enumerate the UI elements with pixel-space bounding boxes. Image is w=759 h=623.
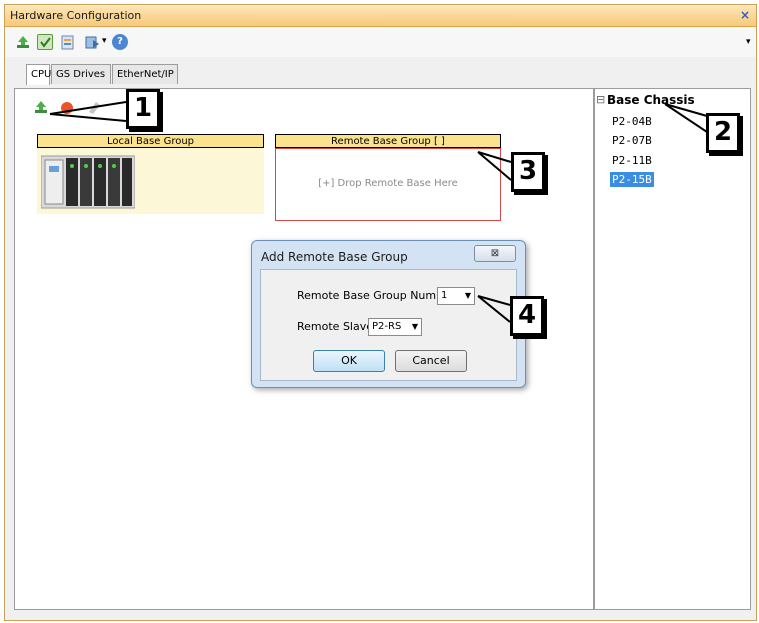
callout-1: 1 — [126, 89, 160, 129]
callout-4: 4 — [510, 296, 544, 336]
callout-3: 3 — [511, 152, 545, 192]
callout-lines — [49, 101, 715, 323]
callout-2: 2 — [706, 113, 740, 153]
